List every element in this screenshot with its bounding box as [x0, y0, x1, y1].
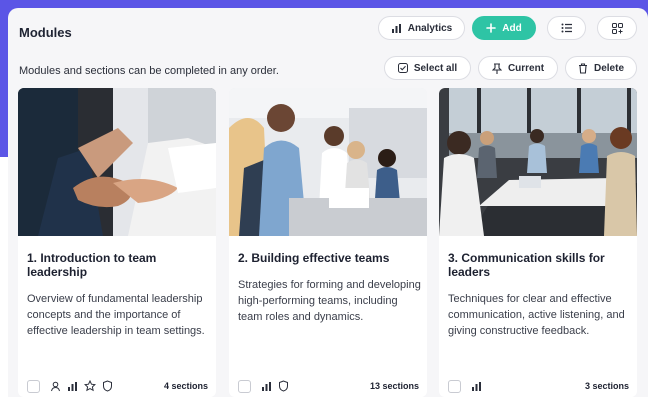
module-image-conference-room — [439, 88, 637, 236]
current-button[interactable]: Current — [478, 56, 558, 80]
module-title[interactable]: 1. Introduction to team leadership — [27, 251, 211, 279]
select-all-label: Select all — [413, 62, 458, 74]
list-icon — [561, 23, 573, 33]
delete-button[interactable]: Delete — [565, 56, 637, 80]
modules-panel: Modules Analytics Add Modules and sectio… — [8, 8, 648, 397]
star-icon — [84, 380, 96, 392]
delete-label: Delete — [593, 62, 624, 74]
user-icon — [50, 381, 61, 392]
analytics-label: Analytics — [407, 22, 453, 34]
module-description: Overview of fundamental leadership conce… — [27, 293, 205, 337]
module-description: Strategies for forming and developing hi… — [238, 279, 421, 323]
current-label: Current — [507, 62, 545, 74]
module-footer: 4 sections — [27, 378, 208, 394]
add-label: Add — [502, 22, 522, 34]
section-count: 3 sections — [584, 381, 629, 391]
module-title[interactable]: 2. Building effective teams — [238, 251, 422, 265]
module-image-handshake — [18, 88, 216, 236]
module-checkbox[interactable] — [27, 379, 40, 393]
bar-chart-icon — [261, 381, 272, 392]
plus-icon — [486, 23, 497, 33]
shield-icon — [278, 380, 289, 392]
section-count: 4 sections — [163, 381, 208, 391]
module-card[interactable]: 3. Communication skills for leaders Tech… — [439, 88, 637, 397]
page-title: Modules — [19, 25, 72, 40]
section-count: 13 sections — [369, 381, 419, 391]
select-all-button[interactable]: Select all — [384, 56, 471, 80]
shield-icon — [102, 380, 113, 392]
module-footer: 3 sections — [448, 378, 629, 394]
bar-chart-icon — [471, 381, 482, 392]
module-footer: 13 sections — [238, 378, 419, 394]
add-button[interactable]: Add — [472, 16, 536, 40]
module-title[interactable]: 3. Communication skills for leaders — [448, 251, 632, 279]
module-card[interactable]: 2. Building effective teams Strategies f… — [229, 88, 427, 397]
analytics-button[interactable]: Analytics — [378, 16, 465, 40]
module-image-team-meeting — [229, 88, 427, 236]
module-description: Techniques for clear and effective commu… — [448, 293, 625, 337]
module-card[interactable]: 1. Introduction to team leadership Overv… — [18, 88, 216, 397]
module-checkbox[interactable] — [448, 379, 461, 393]
checkbox-icon — [397, 63, 408, 73]
modules-subtitle: Modules and sections can be completed in… — [19, 65, 279, 77]
pin-icon — [491, 62, 502, 74]
trash-icon — [578, 62, 588, 74]
bar-chart-icon — [67, 381, 78, 392]
module-checkbox[interactable] — [238, 379, 251, 393]
grid-icon — [611, 22, 623, 34]
list-view-button[interactable] — [547, 16, 586, 40]
grid-view-button[interactable] — [597, 16, 637, 40]
bar-chart-icon — [391, 23, 402, 34]
